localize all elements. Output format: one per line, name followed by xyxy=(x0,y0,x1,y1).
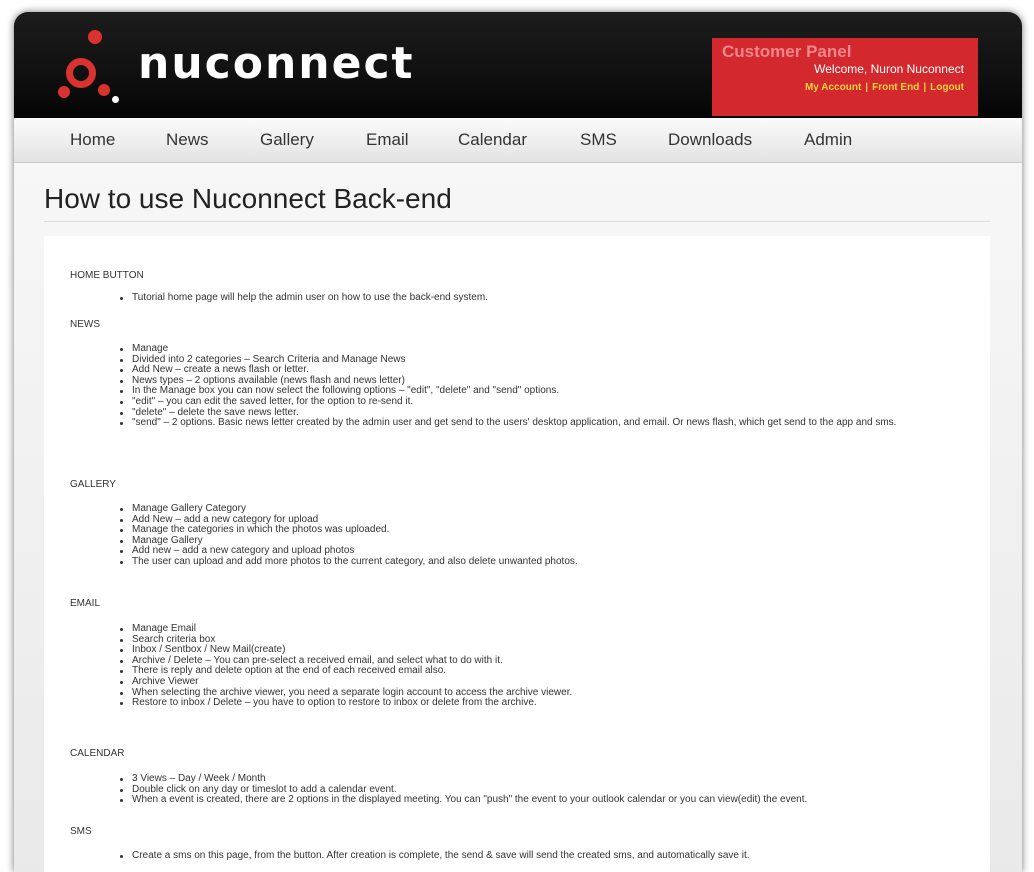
logo-ring-icon xyxy=(66,58,96,88)
nav-sms[interactable]: SMS xyxy=(580,130,617,150)
page-title: How to use Nuconnect Back-end xyxy=(44,183,452,214)
front-end-link[interactable]: Front End xyxy=(872,82,919,93)
logout-link[interactable]: Logout xyxy=(930,82,964,93)
logo-dot-right-icon xyxy=(98,84,110,96)
account-links: My Account | Front End | Logout xyxy=(805,82,964,93)
list-item: 3 Views – Day / Week / Month xyxy=(44,773,962,785)
list-item: Manage xyxy=(44,343,962,355)
nav-email[interactable]: Email xyxy=(366,130,409,150)
customer-panel-title: Customer Panel xyxy=(722,42,852,61)
email-list: Manage Email Search criteria box Inbox /… xyxy=(44,623,962,709)
list-item: Create a sms on this page, from the butt… xyxy=(44,850,962,862)
nav-calendar[interactable]: Calendar xyxy=(458,130,527,150)
welcome-message: Welcome, Nuron Nuconnect xyxy=(814,62,964,76)
nav-admin[interactable]: Admin xyxy=(804,130,852,150)
list-item: When a event is created, there are 2 opt… xyxy=(44,795,962,806)
my-account-link[interactable]: My Account xyxy=(805,82,861,93)
list-item: "edit" – you can edit the saved letter, … xyxy=(44,396,962,408)
list-item: Restore to inbox / Delete – you have to … xyxy=(44,698,962,709)
nuconnect-logo[interactable]: nuconnect xyxy=(46,26,466,110)
section-heading-home: HOME BUTTON xyxy=(70,270,144,281)
calendar-list: 3 Views – Day / Week / Month Double clic… xyxy=(44,773,962,806)
link-separator: | xyxy=(923,82,927,93)
link-separator: | xyxy=(865,82,869,93)
home-list: Tutorial home page will help the admin u… xyxy=(44,292,962,304)
browser-frame: nuconnect Customer Panel Welcome, Nuron … xyxy=(14,12,1022,872)
logo-dot-top-icon xyxy=(88,30,102,44)
section-heading-news: NEWS xyxy=(70,319,100,330)
list-item: The user can upload and add more photos … xyxy=(44,556,962,568)
section-heading-gallery: GALLERY xyxy=(70,479,116,490)
logo-dot-left-icon xyxy=(58,86,70,98)
section-heading-email: EMAIL xyxy=(70,598,101,609)
list-item: Archive Viewer xyxy=(44,676,962,688)
nav-downloads[interactable]: Downloads xyxy=(668,130,752,150)
section-heading-sms: SMS xyxy=(70,826,92,837)
nav-home[interactable]: Home xyxy=(70,130,115,150)
list-item: Tutorial home page will help the admin u… xyxy=(44,292,962,304)
list-item: Manage Email xyxy=(44,623,962,635)
site-header: nuconnect Customer Panel Welcome, Nuron … xyxy=(14,12,1022,118)
tutorial-content: HOME BUTTON Tutorial home page will help… xyxy=(44,236,990,872)
logo-text: nuconnect xyxy=(138,38,415,89)
logo-dot-white-icon xyxy=(112,96,119,103)
gallery-list: Manage Gallery Category Add New – add a … xyxy=(44,503,962,568)
customer-panel: Customer Panel Welcome, Nuron Nuconnect … xyxy=(712,38,978,116)
title-divider xyxy=(44,221,990,222)
nav-gallery[interactable]: Gallery xyxy=(260,130,314,150)
list-item: "send" – 2 options. Basic news letter cr… xyxy=(44,418,962,429)
section-heading-calendar: CALENDAR xyxy=(70,748,125,759)
news-list: Manage Divided into 2 categories – Searc… xyxy=(44,343,962,429)
sms-list: Create a sms on this page, from the butt… xyxy=(44,850,962,862)
list-item: Manage Gallery Category xyxy=(44,503,962,515)
page-body: How to use Nuconnect Back-end HOME BUTTO… xyxy=(14,163,1022,872)
main-nav: Home News Gallery Email Calendar SMS Dow… xyxy=(14,118,1022,163)
nav-news[interactable]: News xyxy=(166,130,209,150)
